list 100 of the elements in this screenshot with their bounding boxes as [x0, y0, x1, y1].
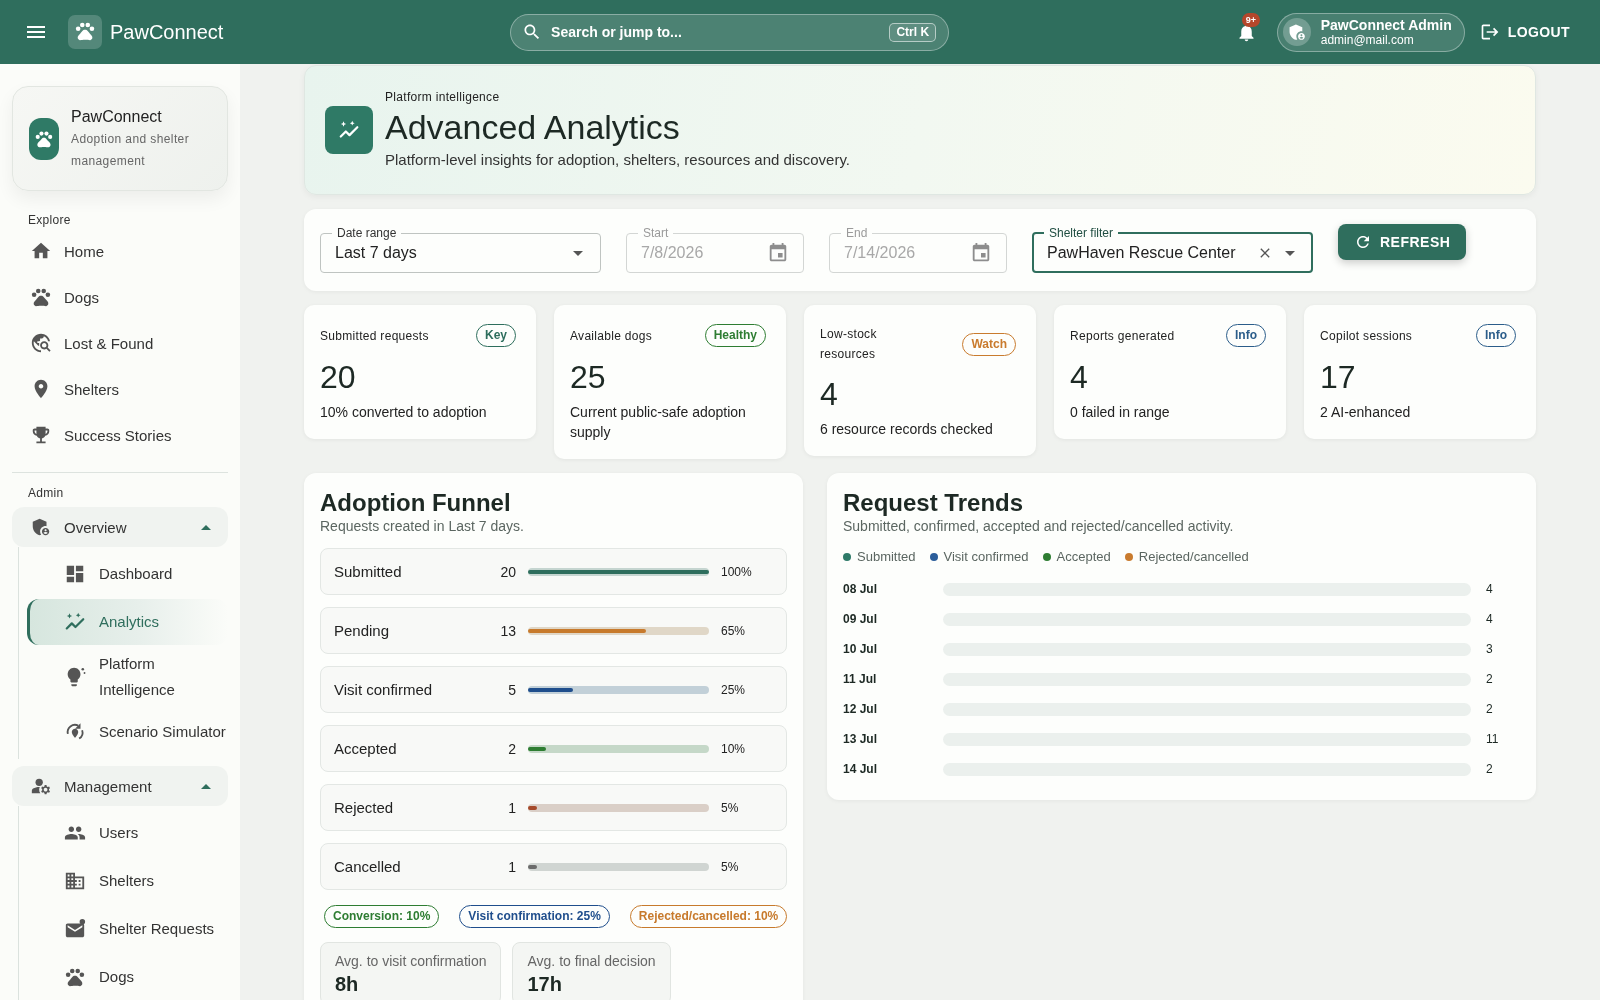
trend-date: 08 Jul: [843, 582, 879, 596]
app-name: PawConnect: [110, 20, 224, 44]
nav-item[interactable]: Users: [27, 810, 228, 856]
stage-label: Submitted: [334, 563, 403, 580]
trophy-icon: [30, 424, 52, 446]
trend-date: 12 Jul: [843, 702, 879, 716]
stage-label: Visit confirmed: [334, 681, 434, 698]
chart-sparkle-icon: [325, 106, 373, 154]
page-title: Advanced Analytics: [385, 107, 681, 148]
paw-icon: [64, 966, 86, 988]
stage-label: Rejected: [334, 799, 395, 816]
trend-date: 10 Jul: [843, 642, 879, 656]
stage-label: Cancelled: [334, 858, 402, 875]
trend-total: 2: [1486, 762, 1494, 776]
stage-label: Pending: [334, 622, 391, 639]
page-subtitle: Platform-level insights for adoption, shelters, resources and discovery.: [385, 150, 850, 170]
section-label: Explore: [27, 212, 72, 228]
stat-value: 25: [570, 358, 607, 397]
account-button[interactable]: PawConnect Admin admin@mail.com: [1276, 12, 1465, 52]
legend-label: Rejected/cancelled: [1138, 548, 1249, 566]
globe-search-icon: [30, 332, 52, 354]
stat-description: 0 failed in range: [1070, 403, 1171, 422]
stage-percent: 65%: [721, 623, 747, 638]
user-name: PawConnect Admin: [1320, 17, 1452, 33]
card-title: Request Trends: [843, 489, 1025, 517]
select-field[interactable]: Shelter filter PawHaven Rescue Center: [1032, 226, 1313, 273]
trend-total: 4: [1486, 612, 1494, 626]
trend-date: 14 Jul: [843, 762, 879, 776]
trend-total: 2: [1486, 672, 1494, 686]
field-label: Shelter filter: [1048, 226, 1115, 240]
brand-tagline: Adoption and shelter management: [71, 130, 191, 170]
nav-item[interactable]: Success Stories: [12, 412, 228, 458]
stat-description: 6 resource records checked: [820, 420, 994, 439]
average-label: Avg. to visit confirmation: [335, 952, 487, 970]
nav-item[interactable]: Scenario Simulator: [27, 709, 228, 755]
stage-percent: 10%: [721, 741, 747, 756]
trend-total: 3: [1486, 642, 1494, 656]
stat-value: 4: [1070, 358, 1089, 397]
envelope-icon: [64, 918, 86, 940]
paw-icon: [68, 15, 102, 49]
legend-label: Visit confirmed: [943, 548, 1029, 566]
trend-date: 13 Jul: [843, 732, 879, 746]
nav-item[interactable]: Dogs: [12, 274, 228, 320]
stat-value: 17: [1320, 358, 1357, 397]
stage-label: Accepted: [334, 740, 398, 757]
brand-name: PawConnect: [71, 106, 163, 127]
field-label: End: [845, 226, 869, 240]
stage-count: 1: [507, 799, 516, 816]
stage-percent: 5%: [721, 859, 740, 874]
calendar-icon: [970, 242, 992, 264]
nav-group-header[interactable]: Management: [12, 766, 228, 806]
section-label: Admin: [27, 485, 65, 501]
stat-value: 20: [320, 358, 357, 397]
stat-label: Low-stock resources: [820, 326, 878, 363]
average-value: 8h: [335, 973, 360, 995]
stage-percent: 25%: [721, 682, 747, 697]
stat-description: 2 AI-enhanced: [1320, 403, 1412, 422]
calendar-icon: [767, 242, 789, 264]
chart-sparkle-icon: [64, 611, 86, 633]
trend-total: 11: [1486, 732, 1500, 746]
stat-label: Copilot sessions: [1320, 327, 1413, 345]
nav-item[interactable]: Shelters: [27, 858, 228, 904]
keyboard-shortcut: Ctrl K: [889, 22, 937, 42]
trend-total: 4: [1486, 582, 1494, 596]
nav-item[interactable]: Platform Intelligence: [27, 647, 228, 707]
shield-user-icon: [30, 516, 52, 538]
eyebrow-text: Platform intelligence: [385, 89, 501, 105]
refresh-button[interactable]: REFRESH: [1338, 224, 1467, 260]
trend-total: 2: [1486, 702, 1494, 716]
nav-item[interactable]: Dogs: [27, 954, 228, 1000]
stage-count: 5: [507, 681, 516, 698]
dashboard-icon: [64, 563, 86, 585]
nav-item[interactable]: Lost & Found: [12, 320, 228, 366]
nav-item[interactable]: Dashboard: [27, 551, 228, 597]
stage-count: 20: [499, 563, 516, 580]
logout-button[interactable]: LOGOUT: [1479, 22, 1570, 42]
caret-down-icon: [1285, 250, 1295, 256]
nav-group-header[interactable]: Overview: [12, 507, 228, 547]
select-field[interactable]: Date range Last 7 days: [320, 226, 601, 273]
stat-label: Available dogs: [570, 327, 653, 345]
refresh-icon: [1354, 233, 1372, 251]
stage-percent: 100%: [721, 564, 753, 579]
stat-description: 10% converted to adoption: [320, 403, 488, 422]
legend-label: Accepted: [1056, 548, 1111, 566]
average-label: Avg. to final decision: [527, 952, 656, 970]
trend-date: 09 Jul: [843, 612, 879, 626]
logout-icon: [1479, 22, 1500, 42]
stat-description: Current public-safe adoption supply: [570, 403, 747, 442]
field-label: Date range: [336, 226, 398, 240]
nav-item[interactable]: Shelter Requests: [27, 906, 228, 952]
shield-user-icon: [1282, 18, 1311, 46]
caret-down-icon: [573, 250, 583, 256]
nav-item[interactable]: Home: [12, 228, 228, 274]
trend-date: 11 Jul: [843, 672, 878, 686]
nav-item[interactable]: Shelters: [12, 366, 228, 412]
card-subtitle: Requests created in Last 7 days.: [320, 517, 525, 535]
stage-percent: 5%: [721, 800, 740, 815]
legend-label: Submitted: [857, 548, 916, 566]
notification-badge: 9+: [1241, 12, 1260, 27]
building-icon: [64, 870, 86, 892]
